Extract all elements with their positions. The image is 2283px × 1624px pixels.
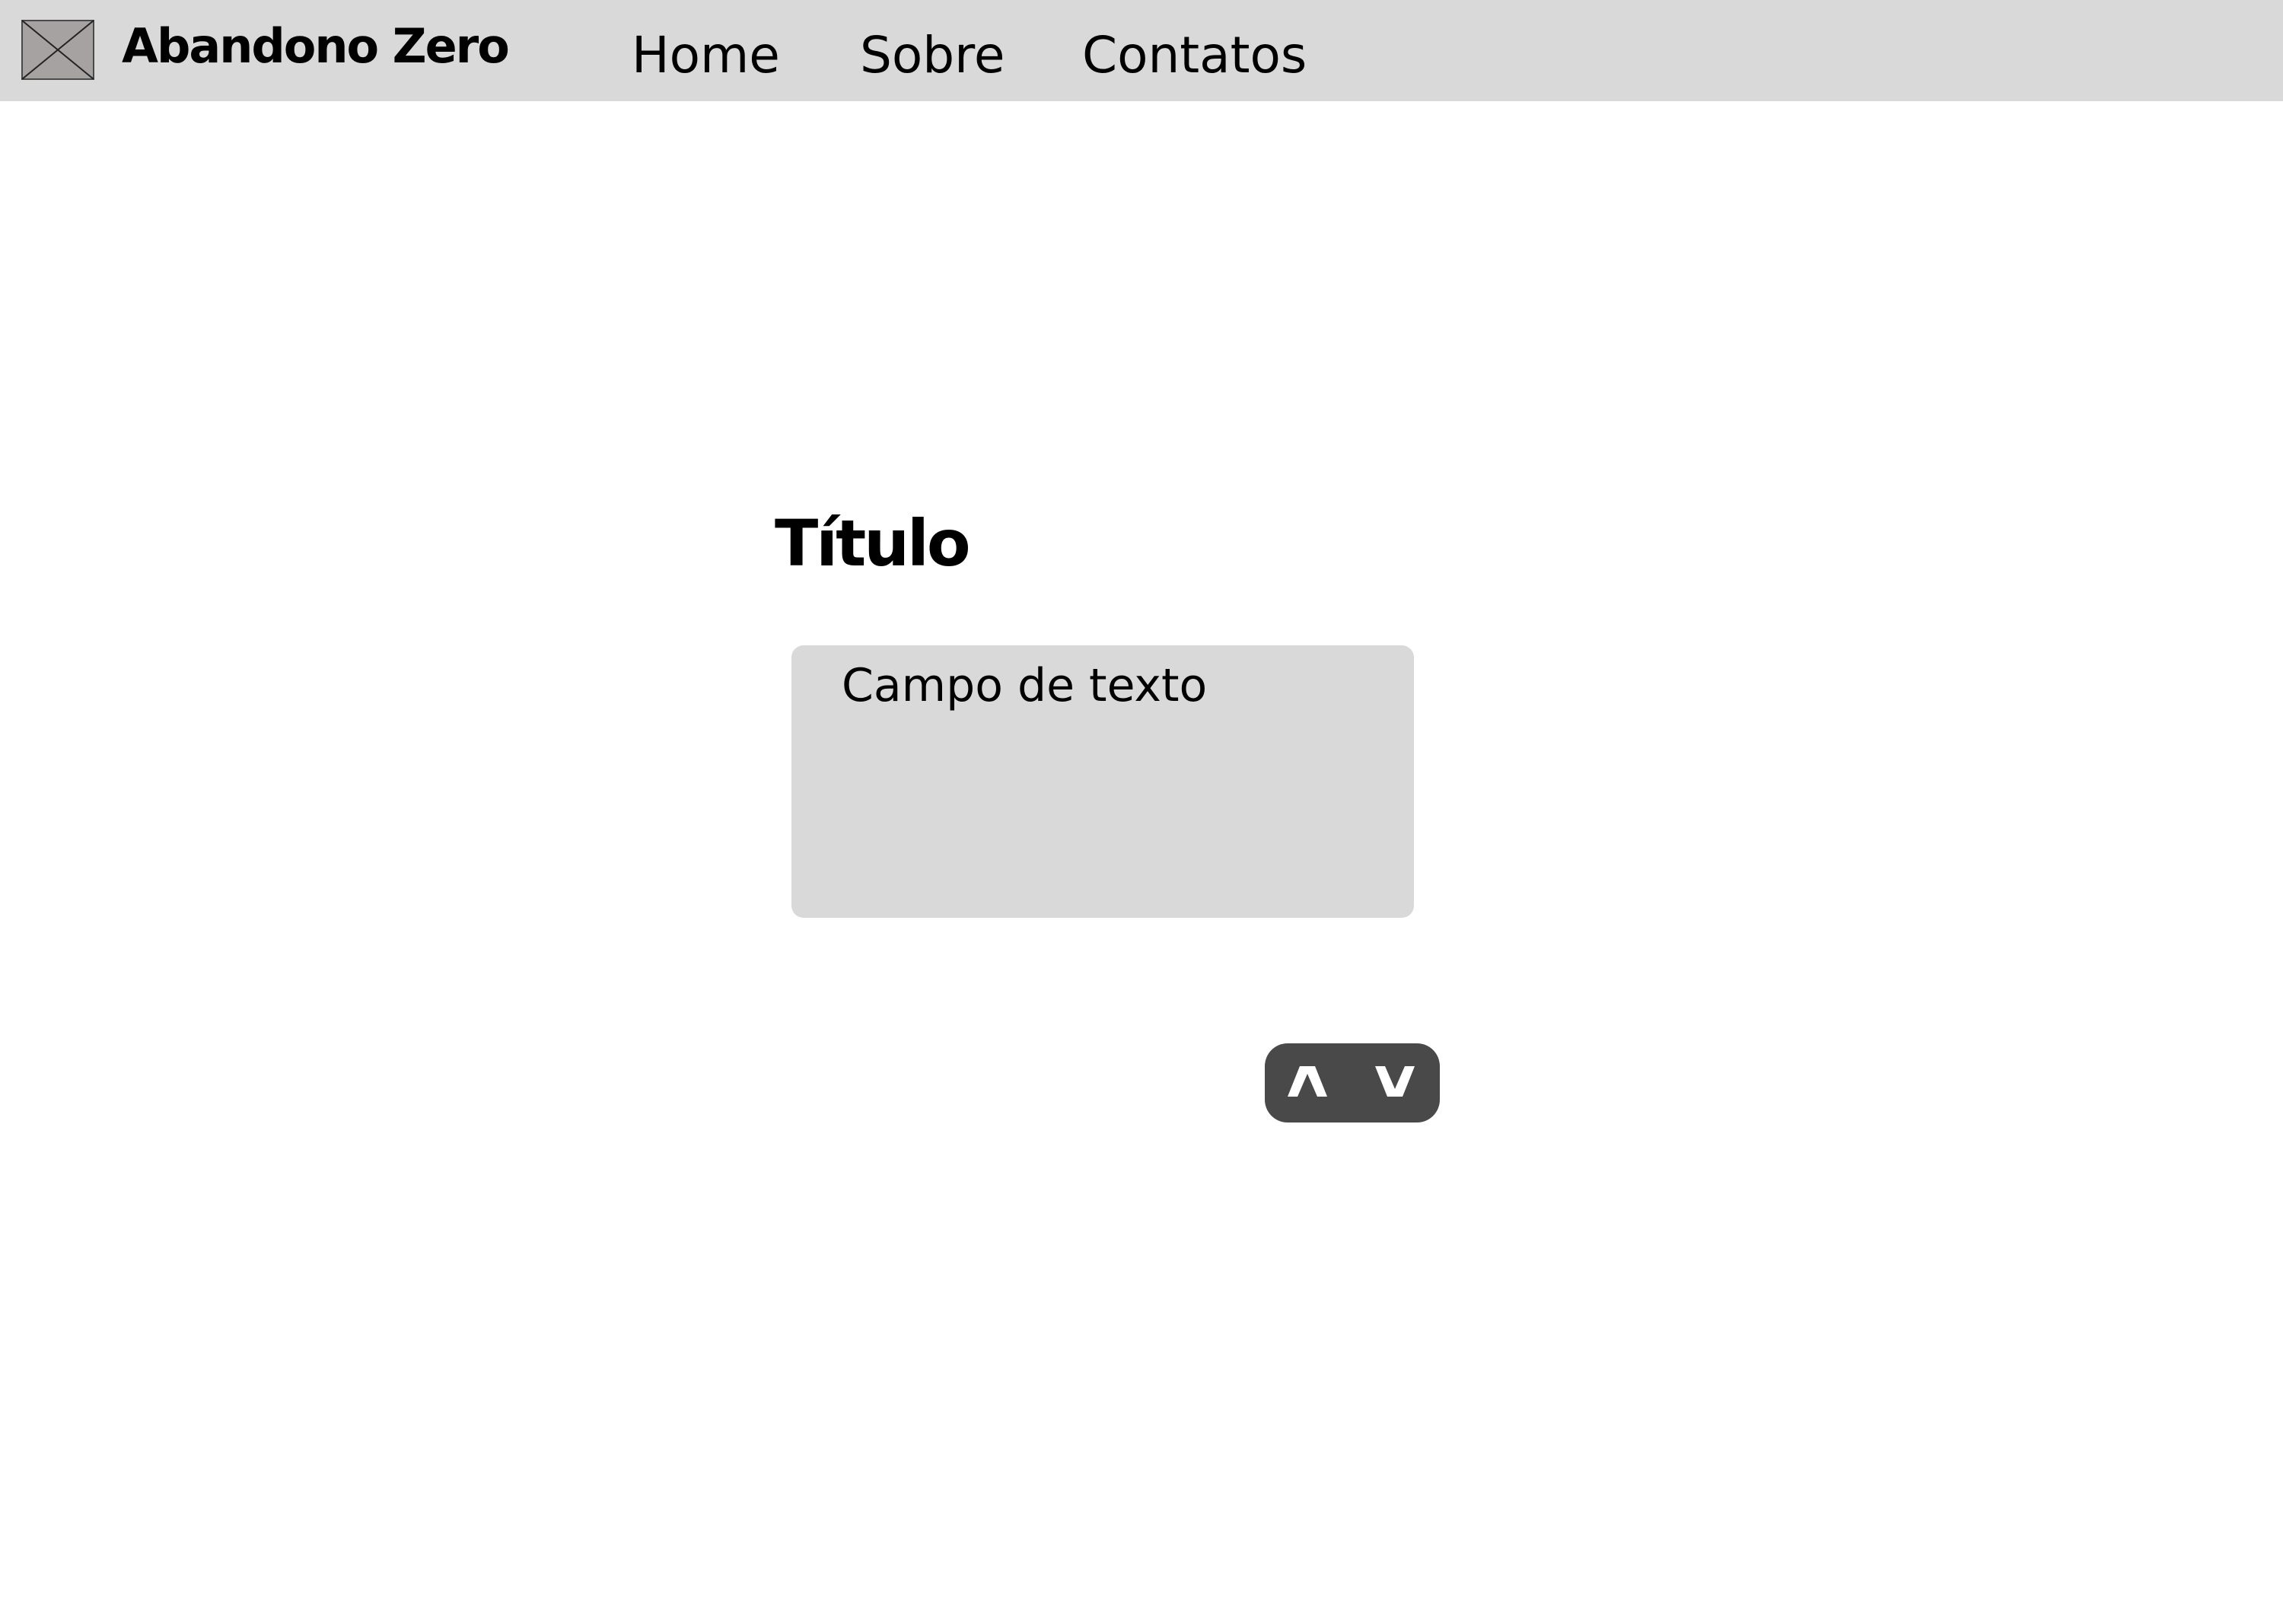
- page-title: Título: [775, 506, 971, 581]
- step-down-button[interactable]: [1352, 1043, 1440, 1122]
- nav-link-sobre[interactable]: Sobre: [860, 30, 1005, 81]
- text-field-value: Campo de texto: [842, 659, 1208, 712]
- stepper: [1265, 1043, 1440, 1122]
- image-placeholder-icon: [21, 20, 94, 80]
- navbar: Abandono Zero Home Sobre Contatos: [0, 0, 2283, 101]
- text-field[interactable]: Campo de texto: [791, 645, 1414, 918]
- nav-link-contatos[interactable]: Contatos: [1082, 30, 1307, 81]
- brand-name: Abandono Zero: [122, 18, 510, 74]
- step-up-button[interactable]: [1265, 1043, 1352, 1122]
- chevron-down-icon: [1375, 1066, 1415, 1097]
- chevron-up-icon: [1288, 1066, 1327, 1097]
- nav-link-home[interactable]: Home: [632, 30, 780, 81]
